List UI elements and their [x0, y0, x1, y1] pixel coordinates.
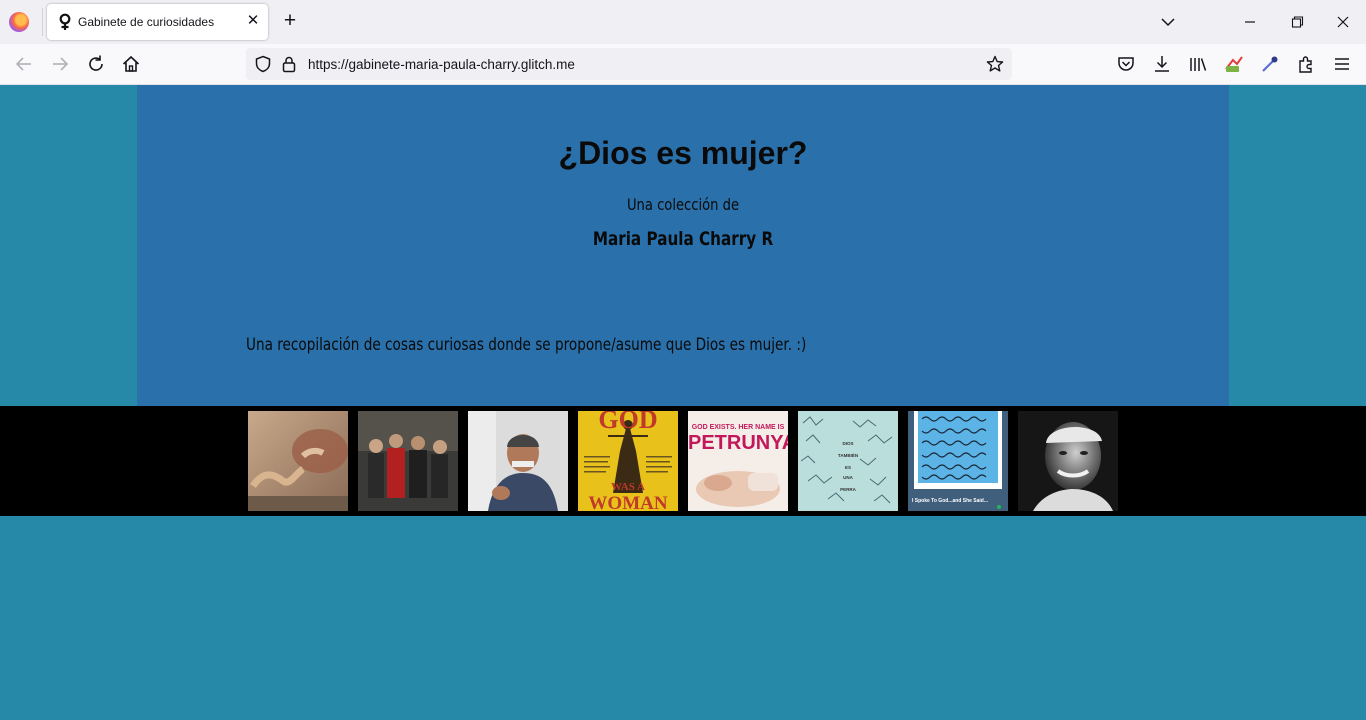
bookmark-star-icon[interactable]	[986, 55, 1004, 73]
reload-icon[interactable]	[85, 53, 107, 75]
perra-word-3: ES	[844, 465, 851, 470]
tab-separator	[42, 8, 43, 36]
pdf-extension-icon[interactable]	[1223, 53, 1245, 75]
petrunya-title: PETRUNYA	[688, 432, 788, 454]
tab-title: Gabinete de curiosidades	[78, 15, 215, 29]
god-cover-was-a: WAS A	[611, 481, 645, 493]
tab-bar: Gabinete de curiosidades ✕ +	[0, 0, 1366, 44]
hero-section: ¿Dios es mujer? Una colección de Maria P…	[137, 85, 1229, 406]
restore-icon[interactable]	[1287, 12, 1307, 32]
gallery-image-petrunya[interactable]: GOD EXISTS. HER NAME IS PETRUNYA	[688, 411, 788, 511]
extensions-puzzle-icon[interactable]	[1295, 53, 1317, 75]
god-cover-title: GOD	[598, 411, 658, 434]
perra-word-4: UNA	[843, 475, 853, 480]
firefox-logo-icon[interactable]	[9, 12, 29, 32]
gallery-image-god-was-a-woman[interactable]: GOD WAS A WOMAN	[578, 411, 678, 511]
home-icon[interactable]	[120, 53, 142, 75]
gallery-image-spotify-card[interactable]: I Spoke To God...and She Said...	[908, 411, 1008, 511]
petrunya-tagline: GOD EXISTS. HER NAME IS	[691, 424, 785, 431]
close-tab-icon[interactable]: ✕	[245, 13, 261, 29]
god-cover-woman: WOMAN	[588, 493, 668, 511]
gallery-image-portrait-man[interactable]	[468, 411, 568, 511]
library-icon[interactable]	[1187, 53, 1209, 75]
forward-arrow-icon[interactable]	[49, 53, 71, 75]
lock-icon[interactable]	[281, 55, 297, 73]
spotify-caption: I Spoke To God...and She Said...	[912, 498, 989, 504]
venus-symbol-icon	[59, 13, 71, 30]
perra-word-2: TAMBIÉN	[837, 453, 859, 458]
perra-word-1: DIOS	[842, 441, 854, 446]
image-gallery: GOD WAS A WOMAN GOD EXISTS. HER NAME IS …	[0, 406, 1366, 516]
gallery-image-bw-portrait[interactable]	[1018, 411, 1118, 511]
collection-subtitle: Una colección de	[626, 195, 740, 214]
list-all-tabs-icon[interactable]	[1158, 12, 1178, 32]
gallery-image-band-photo[interactable]	[358, 411, 458, 511]
pocket-icon[interactable]	[1115, 53, 1137, 75]
close-window-icon[interactable]	[1333, 12, 1353, 32]
eyedropper-extension-icon[interactable]	[1259, 53, 1281, 75]
back-arrow-icon[interactable]	[13, 53, 35, 75]
perra-word-5: PERRA	[840, 487, 856, 492]
navigation-toolbar: https://gabinete-maria-paula-charry.glit…	[0, 44, 1366, 85]
author-name: Maria Paula Charry R	[592, 228, 774, 250]
tab-active[interactable]: Gabinete de curiosidades ✕	[47, 4, 268, 40]
address-bar[interactable]: https://gabinete-maria-paula-charry.glit…	[246, 48, 1012, 80]
minimize-icon[interactable]	[1240, 12, 1260, 32]
hamburger-menu-icon[interactable]	[1331, 53, 1353, 75]
tracking-shield-icon[interactable]	[254, 55, 272, 73]
downloads-icon[interactable]	[1151, 53, 1173, 75]
gallery-image-creation-of-adam[interactable]	[248, 411, 348, 511]
new-tab-icon[interactable]: +	[280, 10, 300, 31]
gallery-image-perra-book[interactable]: DIOS TAMBIÉN ES UNA PERRA	[798, 411, 898, 511]
collection-description: Una recopilación de cosas curiosas donde…	[246, 335, 807, 355]
url-text[interactable]: https://gabinete-maria-paula-charry.glit…	[308, 57, 575, 72]
page-title: ¿Dios es mujer?	[558, 135, 808, 171]
